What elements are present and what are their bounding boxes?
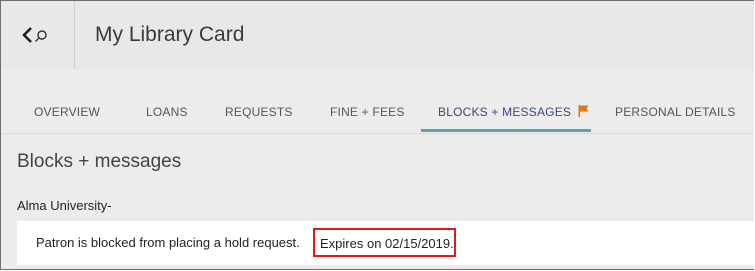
tab-bar: OVERVIEW LOANS REQUESTS FINE + FEES BLOC… — [1, 69, 754, 134]
tab-fine-fees[interactable]: FINE + FEES — [330, 105, 405, 119]
block-message-text: Patron is blocked from placing a hold re… — [36, 235, 300, 250]
tab-requests[interactable]: REQUESTS — [225, 105, 293, 119]
library-card-panel: My Library Card OVERVIEW LOANS REQUESTS … — [0, 0, 754, 270]
tab-overview[interactable]: OVERVIEW — [34, 105, 100, 119]
expiry-date-text: Expires on 02/15/2019. — [320, 236, 454, 251]
flag-icon — [578, 105, 589, 117]
back-button[interactable] — [1, 1, 75, 69]
tab-personal-details[interactable]: PERSONAL DETAILS — [615, 105, 736, 119]
header-bar: My Library Card — [1, 1, 754, 70]
page-title: My Library Card — [95, 23, 245, 46]
section-title: Blocks + messages — [17, 151, 182, 172]
search-icon — [35, 30, 47, 42]
expiry-highlight-box: Expires on 02/15/2019. — [313, 228, 456, 257]
tab-blocks-messages-label: BLOCKS + MESSAGES — [438, 105, 572, 119]
active-tab-underline — [421, 129, 591, 132]
institution-name: Alma University- — [17, 198, 112, 213]
tab-blocks-messages[interactable]: BLOCKS + MESSAGES — [438, 105, 589, 119]
block-message-row: Patron is blocked from placing a hold re… — [17, 221, 754, 265]
tab-loans[interactable]: LOANS — [146, 105, 188, 119]
